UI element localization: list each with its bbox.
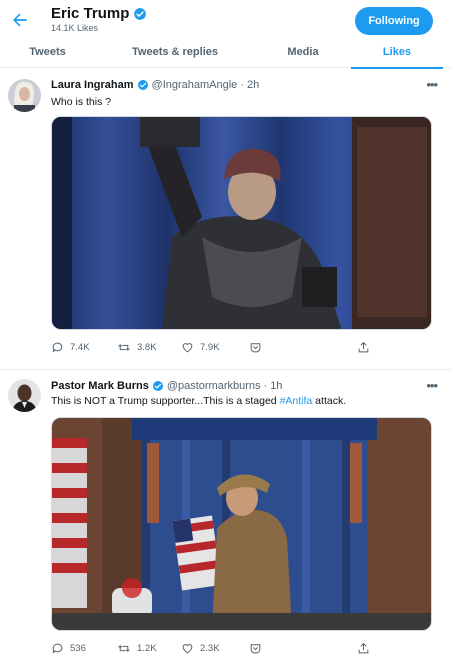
tweet-media-image[interactable] bbox=[51, 116, 432, 330]
tweet-text: This is NOT a Trump supporter...This is … bbox=[51, 395, 346, 407]
share-button[interactable] bbox=[357, 642, 370, 655]
retweet-count: 3.8K bbox=[137, 342, 157, 353]
retweet-count: 1.2K bbox=[137, 643, 157, 654]
tweet-text-after: attack. bbox=[312, 395, 347, 407]
share-icon bbox=[358, 642, 369, 654]
reply-button[interactable]: 7.4K bbox=[51, 341, 90, 354]
like-count: 7.9K bbox=[200, 342, 220, 353]
tweet-timestamp[interactable]: 1h bbox=[270, 380, 282, 392]
retweet-button[interactable]: 3.8K bbox=[117, 341, 157, 354]
reaction-button[interactable] bbox=[249, 642, 262, 655]
reaction-icon bbox=[250, 644, 261, 654]
profile-tabs: Tweets Tweets & replies Media Likes bbox=[0, 36, 451, 69]
verified-badge-icon bbox=[137, 80, 148, 90]
retweet-icon bbox=[118, 344, 130, 351]
tab-likes[interactable]: Likes bbox=[351, 36, 443, 69]
tweet-actions: 7.4K 3.8K 7.9K bbox=[51, 341, 381, 357]
author-name[interactable]: Laura Ingraham bbox=[51, 79, 134, 91]
avatar[interactable] bbox=[8, 79, 41, 112]
tweet-header: Laura Ingraham @IngrahamAngle · 2h bbox=[51, 79, 259, 91]
tweet-text: Who is this ? bbox=[51, 96, 112, 108]
share-icon bbox=[358, 341, 369, 353]
reply-count: 7.4K bbox=[70, 342, 90, 353]
avatar[interactable] bbox=[8, 379, 41, 412]
reply-count: 536 bbox=[70, 643, 86, 654]
verified-badge-icon bbox=[134, 7, 147, 20]
tweet-timestamp[interactable]: 2h bbox=[247, 79, 259, 91]
separator-dot: · bbox=[240, 79, 244, 91]
tweet-media-image[interactable] bbox=[51, 417, 432, 631]
tweet-text-before: This is NOT a Trump supporter...This is … bbox=[51, 395, 280, 407]
tweet-actions: 536 1.2K 2.3K bbox=[51, 642, 381, 658]
more-options-icon[interactable]: ••• bbox=[426, 378, 438, 393]
profile-name-row: Eric Trump bbox=[51, 5, 147, 22]
reaction-icon bbox=[250, 343, 261, 353]
hashtag-link[interactable]: #Antifa bbox=[280, 395, 313, 407]
author-name[interactable]: Pastor Mark Burns bbox=[51, 380, 149, 392]
like-button[interactable]: 7.9K bbox=[181, 341, 220, 354]
following-button[interactable]: Following bbox=[355, 7, 433, 35]
tab-tweets-replies[interactable]: Tweets & replies bbox=[95, 36, 255, 68]
tab-media[interactable]: Media bbox=[255, 36, 351, 68]
tweet[interactable]: Pastor Mark Burns @pastormarkburns · 1h … bbox=[0, 371, 451, 670]
profile-name: Eric Trump bbox=[51, 5, 130, 22]
reply-button[interactable]: 536 bbox=[51, 642, 86, 655]
like-button[interactable]: 2.3K bbox=[181, 642, 220, 655]
profile-title-block: Eric Trump 14.1K Likes bbox=[51, 5, 147, 33]
author-handle[interactable]: @IngrahamAngle bbox=[152, 79, 238, 91]
likes-count: 14.1K Likes bbox=[51, 23, 99, 33]
heart-icon bbox=[182, 644, 193, 654]
tweet[interactable]: Laura Ingraham @IngrahamAngle · 2h ••• W… bbox=[0, 69, 451, 370]
reply-icon bbox=[52, 342, 63, 353]
verified-badge-icon bbox=[152, 381, 163, 391]
heart-icon bbox=[182, 343, 193, 353]
tweet-header: Pastor Mark Burns @pastormarkburns · 1h bbox=[51, 380, 282, 392]
like-count: 2.3K bbox=[200, 643, 220, 654]
retweet-button[interactable]: 1.2K bbox=[117, 642, 157, 655]
tab-tweets[interactable]: Tweets bbox=[0, 36, 95, 68]
share-button[interactable] bbox=[357, 341, 370, 354]
reply-icon bbox=[52, 643, 63, 654]
reaction-button[interactable] bbox=[249, 341, 262, 354]
more-options-icon[interactable]: ••• bbox=[426, 77, 438, 92]
author-handle[interactable]: @pastormarkburns bbox=[167, 380, 261, 392]
separator-dot: · bbox=[263, 380, 268, 392]
back-arrow-icon[interactable] bbox=[10, 10, 30, 30]
retweet-icon bbox=[118, 645, 130, 652]
